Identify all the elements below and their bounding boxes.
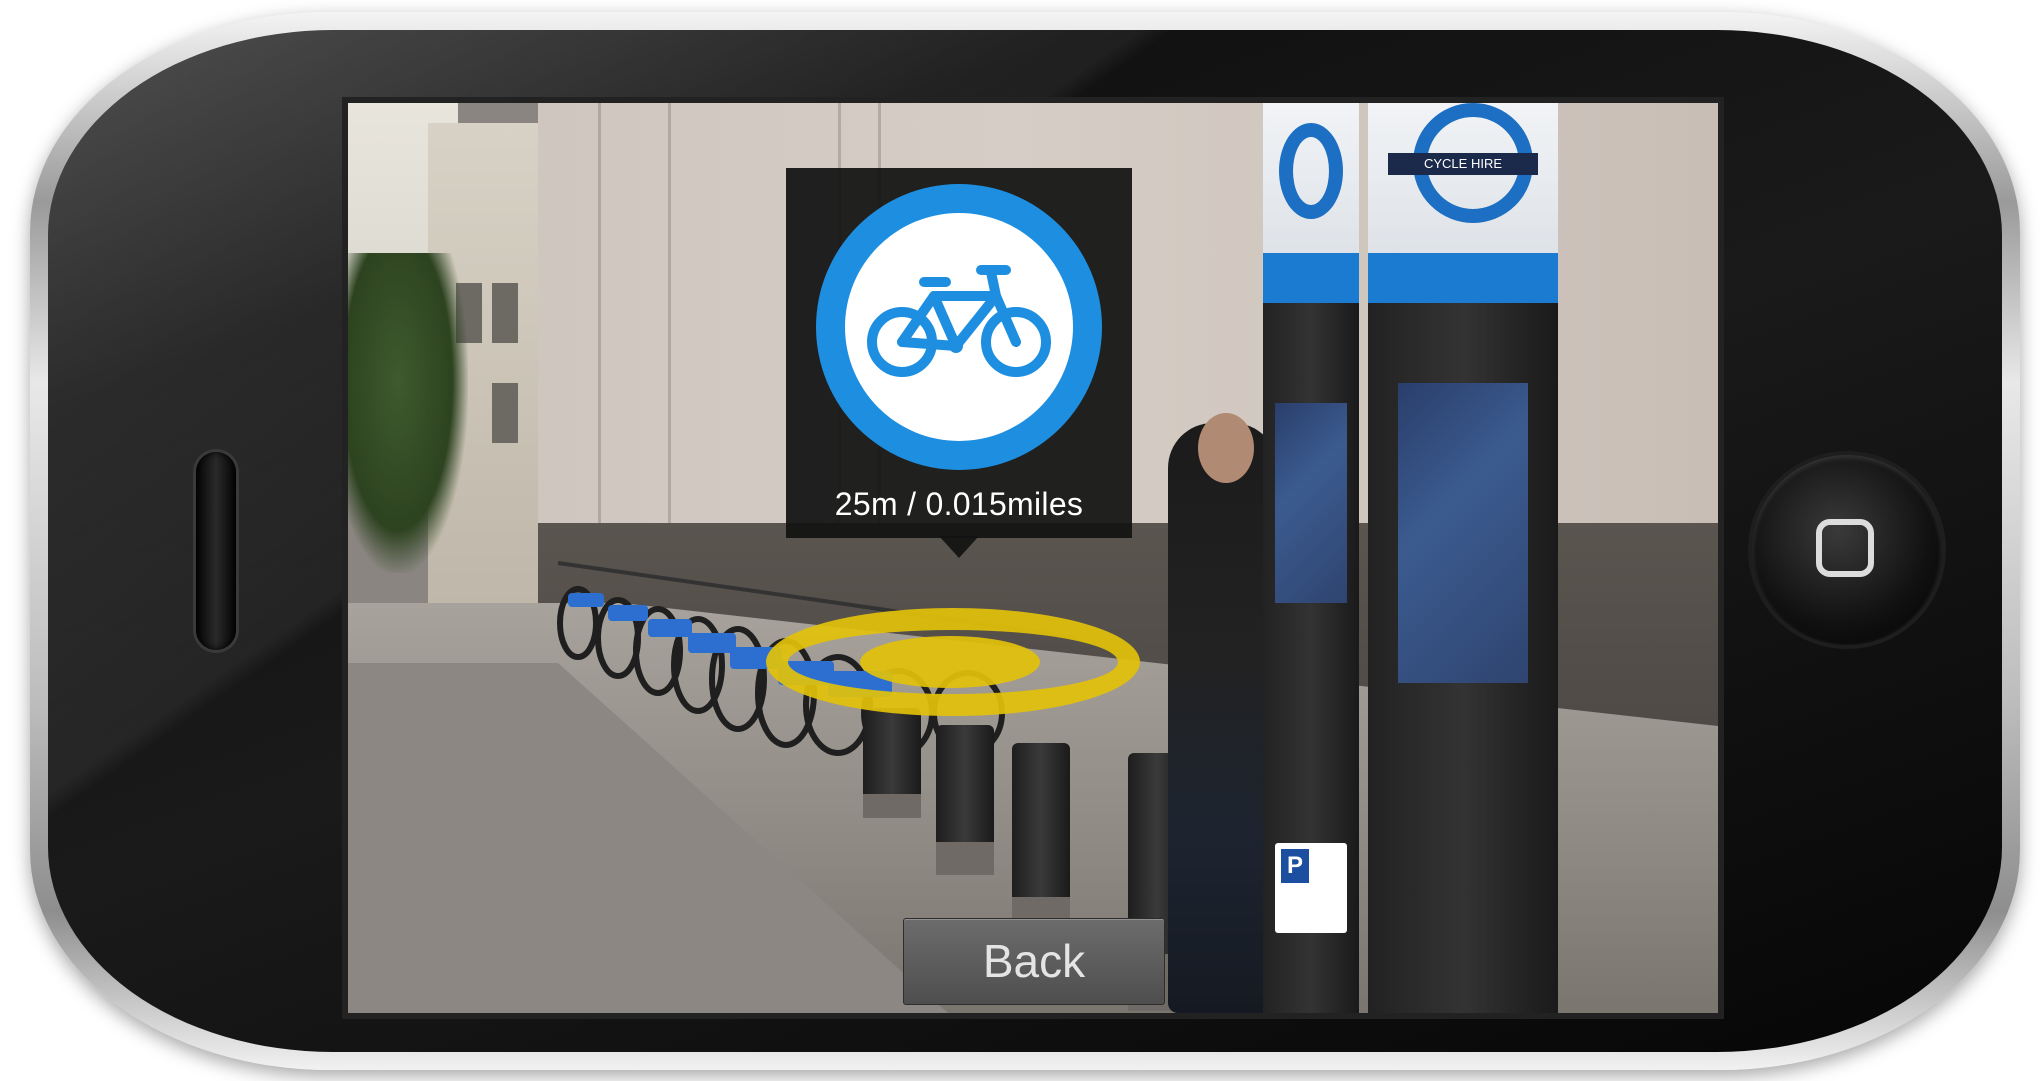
window (492, 383, 518, 443)
bollard (863, 708, 921, 818)
home-button[interactable] (1752, 455, 1942, 645)
wall-panel-line (668, 103, 671, 573)
parking-sign-letter: P (1281, 849, 1309, 883)
wall-panel-line (598, 103, 601, 573)
earpiece-speaker (196, 452, 236, 650)
parking-sign: P (1275, 843, 1347, 933)
kiosk-map (1398, 383, 1528, 683)
kiosk-map (1275, 403, 1347, 603)
back-button[interactable]: Back (903, 918, 1165, 1005)
pedestrian-head (1198, 413, 1254, 483)
kiosk-band (1368, 253, 1558, 303)
callout-pointer (939, 536, 979, 558)
roundel-icon (1279, 123, 1343, 219)
poi-distance-label: 25m / 0.015miles (834, 486, 1084, 522)
bollard-base (863, 793, 921, 818)
window (492, 283, 518, 343)
trees (348, 253, 468, 573)
pedestrian (1168, 423, 1278, 1013)
cycle-hire-sign: CYCLE HIRE (1388, 153, 1538, 175)
home-square-icon (1816, 519, 1874, 577)
bollard (1012, 743, 1070, 941)
kiosk-pillar-left: P (1263, 103, 1359, 1013)
kiosk-head (1263, 103, 1359, 303)
bollard (936, 725, 994, 875)
poi-ground-center (860, 636, 1040, 688)
kiosk-pillar-right: CYCLE HIRE (1368, 103, 1558, 1013)
bollard-base (936, 842, 994, 875)
app-screenshot: P CYCLE HIRE 25m / 0.015miles Back (0, 0, 2044, 1081)
kiosk-head: CYCLE HIRE (1368, 103, 1558, 303)
bicycle-icon (816, 184, 1102, 470)
ar-camera-view[interactable]: P CYCLE HIRE 25m / 0.015miles Back (348, 103, 1718, 1013)
poi-callout[interactable]: 25m / 0.015miles (786, 168, 1132, 558)
kiosk-band (1263, 253, 1359, 303)
